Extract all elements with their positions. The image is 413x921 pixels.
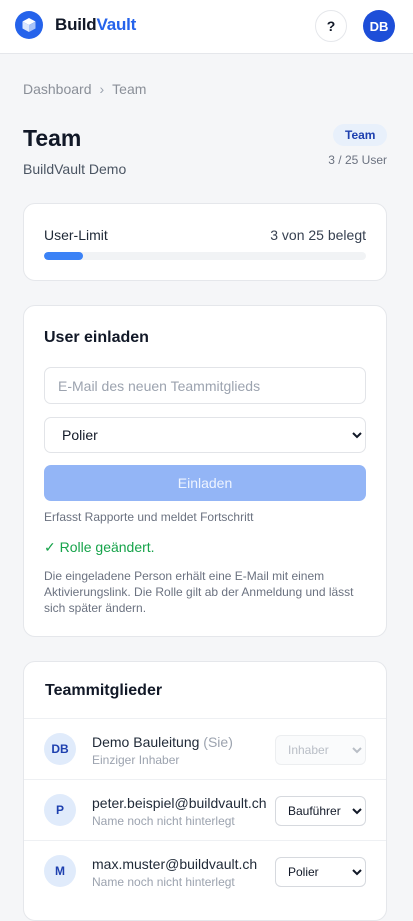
member-row: M max.muster@buildvault.ch Name noch nic… [24, 840, 386, 901]
invite-email-input[interactable] [44, 367, 366, 404]
you-tag: (Sie) [203, 734, 233, 750]
cube-logo-icon [15, 11, 43, 39]
top-bar: BuildVault ? DB [0, 0, 413, 54]
user-limit-progress-fill [44, 252, 83, 260]
user-limit-progress [44, 252, 366, 260]
member-avatar: DB [44, 733, 76, 765]
user-limit-label: User-Limit [44, 227, 108, 243]
team-members-title: Teammitglieder [45, 682, 163, 699]
member-name: peter.beispiel@buildvault.ch [92, 795, 267, 811]
member-subtitle: Name noch nicht hinterlegt [92, 814, 235, 828]
member-row: DB Demo Bauleitung (Sie) Einziger Inhabe… [24, 718, 386, 779]
help-button[interactable]: ? [315, 10, 347, 42]
member-role-select[interactable]: PolierBauführerInhaber [275, 796, 366, 826]
user-limit-card: User-Limit 3 von 25 belegt [23, 203, 387, 281]
breadcrumb: Dashboard › Team [23, 81, 146, 97]
member-avatar: P [44, 794, 76, 826]
invite-user-card: User einladen PolierBauführerInhaber Ein… [23, 305, 387, 637]
invite-info-text: Die eingeladene Person erhält eine E-Mai… [44, 569, 354, 615]
brand-name: BuildVault [55, 15, 137, 34]
invite-title: User einladen [44, 329, 149, 346]
user-avatar[interactable]: DB [363, 10, 395, 42]
breadcrumb-current: Team [112, 81, 147, 97]
member-subtitle: Name noch nicht hinterlegt [92, 875, 235, 889]
page-title: Team [23, 125, 82, 151]
success-message: ✓ Rolle geändert. [44, 539, 155, 555]
member-subtitle: Einziger Inhaber [92, 753, 180, 767]
page-subtitle: BuildVault Demo [23, 161, 127, 177]
brand-logo[interactable]: BuildVault [15, 11, 136, 39]
user-limit-value: 3 von 25 belegt [270, 227, 366, 243]
invite-role-select[interactable]: PolierBauführerInhaber [44, 417, 366, 453]
team-badge: Team [333, 124, 388, 146]
role-hint: Erfasst Rapporte und meldet Fortschritt [44, 510, 254, 524]
member-role-select[interactable]: PolierBauführerInhaber [275, 735, 366, 765]
member-row: P peter.beispiel@buildvault.ch Name noch… [24, 779, 386, 840]
team-members-card: Teammitglieder DB Demo Bauleitung (Sie) … [23, 661, 387, 921]
breadcrumb-dashboard-link[interactable]: Dashboard [23, 81, 92, 97]
user-count: 3 / 25 User [328, 153, 387, 167]
member-name: max.muster@buildvault.ch [92, 856, 258, 872]
member-role-select[interactable]: PolierBauführerInhaber [275, 857, 366, 887]
member-name: Demo Bauleitung (Sie) [92, 734, 233, 750]
breadcrumb-separator: › [99, 81, 105, 97]
invite-button[interactable]: Einladen [44, 465, 366, 501]
member-avatar: M [44, 855, 76, 887]
